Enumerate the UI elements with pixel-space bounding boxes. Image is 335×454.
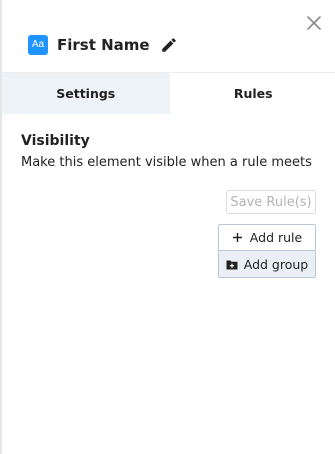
pencil-icon[interactable] <box>160 36 178 54</box>
text-field-icon: Aa <box>28 35 48 55</box>
folder-plus-icon <box>226 258 238 270</box>
close-icon[interactable] <box>305 14 323 32</box>
add-rule-button[interactable]: Add rule <box>218 224 316 251</box>
panel-header: Aa First Name <box>28 34 178 56</box>
add-group-label: Add group <box>243 256 309 272</box>
add-rule-label: Add rule <box>249 230 303 245</box>
save-rules-button[interactable]: Save Rule(s) <box>226 190 316 214</box>
tab-bar: Settings Rules <box>2 72 335 114</box>
rules-panel: Aa First Name Settings Rules Visibility … <box>0 0 335 454</box>
visibility-heading: Visibility <box>21 133 90 149</box>
plus-icon <box>232 232 244 244</box>
tab-rules[interactable]: Rules <box>169 73 335 114</box>
visibility-description: Make this element visible when a rule me… <box>21 155 312 170</box>
add-group-button[interactable]: Add group <box>218 251 316 278</box>
element-title: First Name <box>57 36 150 54</box>
tab-settings[interactable]: Settings <box>2 73 170 114</box>
